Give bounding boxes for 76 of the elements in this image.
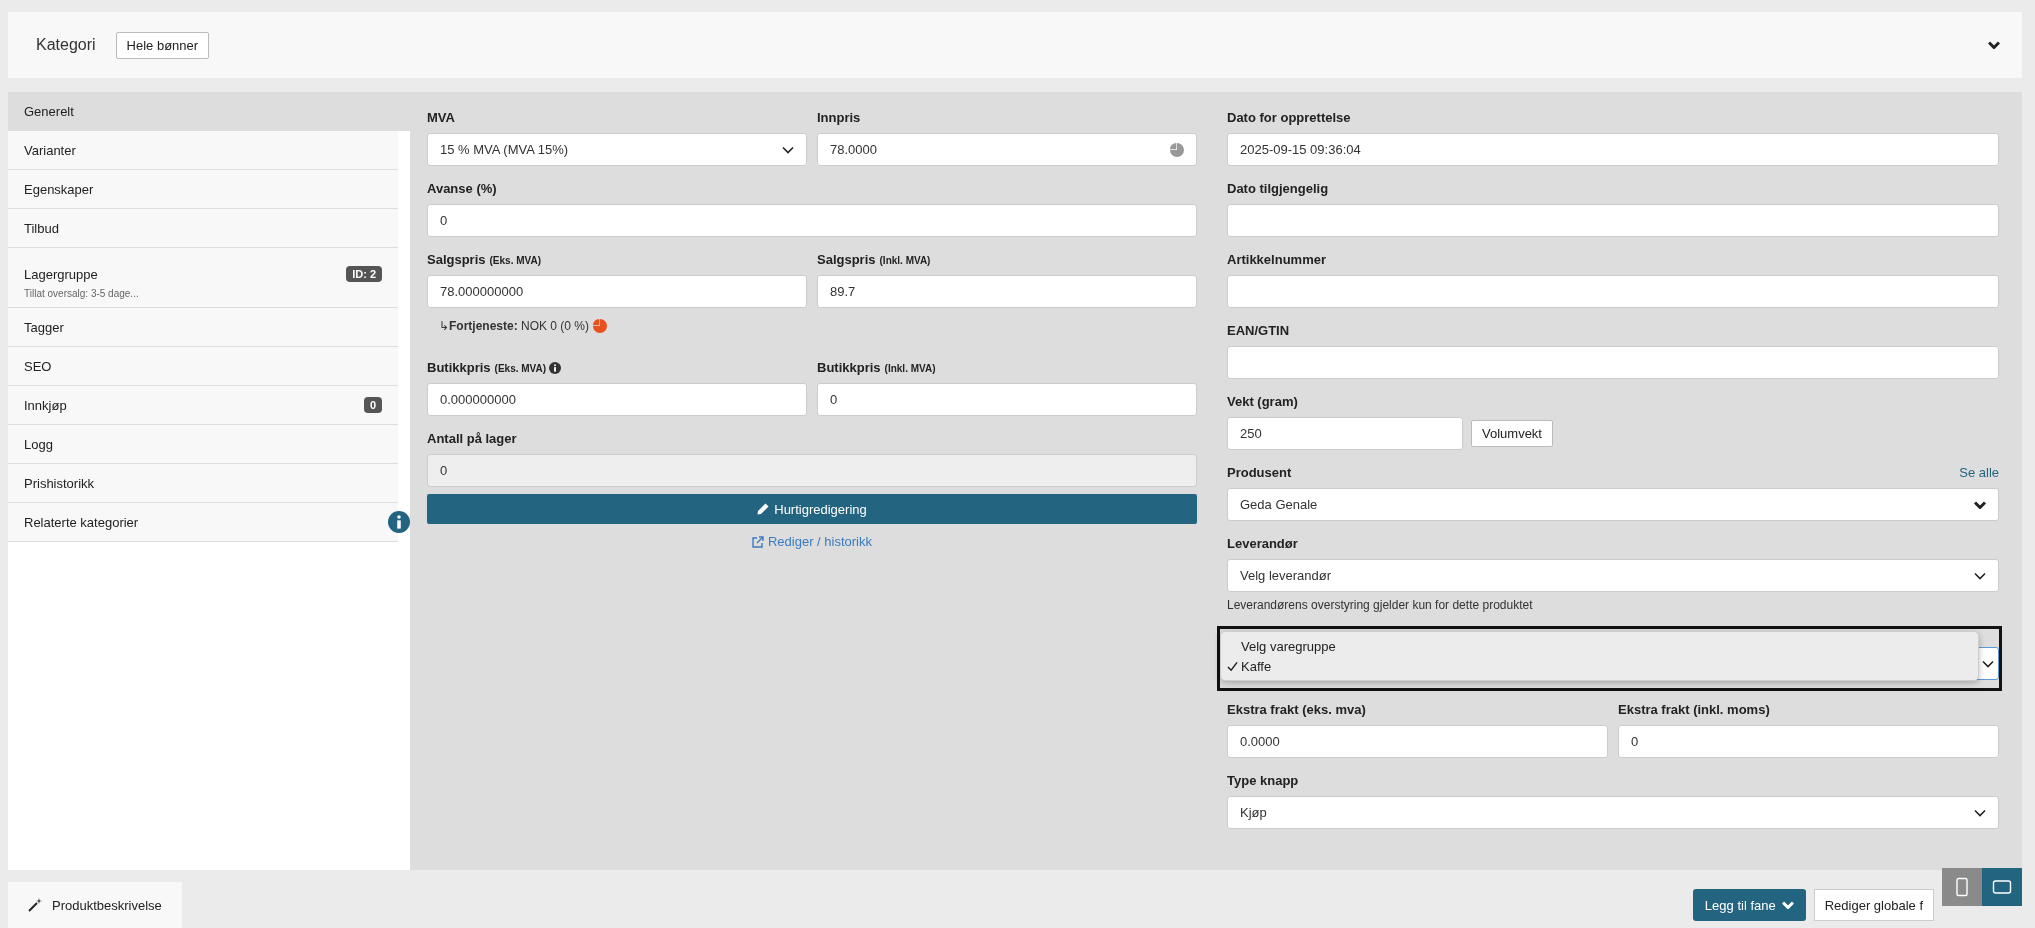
field-label: Vekt (gram) bbox=[1227, 393, 1298, 411]
magic-wand-icon bbox=[28, 898, 42, 912]
chevron-down-icon bbox=[1982, 659, 1994, 668]
category-title: Kategori bbox=[36, 36, 96, 54]
field-label: Dato for opprettelse bbox=[1227, 109, 1351, 127]
field-label: Leverandør bbox=[1227, 535, 1298, 553]
field-label: Type knapp bbox=[1227, 772, 1299, 790]
field-label: Antall på lager bbox=[427, 430, 517, 448]
select-field[interactable]: Velg leverandør bbox=[1227, 559, 1999, 592]
sidebar-item[interactable]: Tagger bbox=[8, 308, 398, 347]
input-field[interactable]: 2025-09-15 09:36:04 bbox=[1227, 133, 1999, 166]
input-field[interactable]: 0.0000 bbox=[1227, 725, 1608, 758]
input-field[interactable]: 0 bbox=[427, 204, 1197, 237]
add-tab-button[interactable]: Legg til fane bbox=[1692, 889, 1806, 921]
sidebar-item[interactable]: Prishistorikk bbox=[8, 464, 398, 503]
input-field[interactable]: 89.7 bbox=[817, 275, 1197, 308]
field-label: Salgspris (Eks. MVA) bbox=[427, 250, 542, 269]
sidebar-item[interactable]: Logg bbox=[8, 425, 398, 464]
external-link-icon bbox=[751, 535, 764, 548]
profit-text: ↳Fortjeneste: NOK 0 (0 %) bbox=[439, 319, 590, 333]
count-badge: ID: 2 bbox=[346, 266, 382, 282]
field-label: EAN/GTIN bbox=[1227, 322, 1290, 340]
input-field[interactable] bbox=[1227, 346, 1999, 379]
content-tab[interactable]: Produktbeskrivelse bbox=[8, 882, 182, 928]
chevron-down-icon bbox=[1974, 500, 1986, 509]
pie-chart-icon bbox=[593, 319, 608, 333]
field-label: Produsent bbox=[1227, 464, 1292, 482]
category-button[interactable]: Hele bønner bbox=[115, 31, 210, 59]
sidebar-item[interactable]: Generelt bbox=[8, 92, 410, 131]
tablet-view-button[interactable] bbox=[1982, 868, 2022, 906]
pencil-icon bbox=[757, 503, 770, 515]
count-badge: 0 bbox=[363, 397, 382, 413]
see-all-link[interactable]: Se alle bbox=[1959, 464, 1999, 482]
select-field[interactable]: Geda Genale bbox=[1227, 488, 1999, 521]
dropdown-option[interactable]: Kaffe bbox=[1221, 656, 1978, 676]
volume-weight-button[interactable]: Volumvekt bbox=[1471, 420, 1553, 447]
select-field[interactable]: 15 % MVA (MVA 15%) bbox=[427, 133, 807, 166]
input-field[interactable]: 78.0000 bbox=[817, 133, 1197, 166]
input-field[interactable] bbox=[1227, 275, 1999, 308]
field-label: Ekstra frakt (inkl. moms) bbox=[1618, 701, 1770, 719]
field-label: Innpris bbox=[817, 109, 861, 127]
field-label: MVA bbox=[427, 109, 455, 127]
sidebar-item[interactable]: Innkjøp 0 bbox=[8, 386, 398, 425]
select-field[interactable]: Kjøp bbox=[1227, 796, 1999, 829]
item-note: Tillat oversalg: 3-5 dage... bbox=[24, 288, 140, 299]
sidebar-item[interactable]: Varianter bbox=[8, 131, 398, 170]
field-label: Butikkpris (Eks. MVA) bbox=[427, 358, 547, 377]
pie-chart-icon bbox=[1170, 142, 1184, 157]
chevron-down-icon bbox=[1974, 571, 1986, 580]
field-label: Salgspris (Inkl. MVA) bbox=[817, 250, 931, 269]
edit-global-button[interactable]: Rediger globale f bbox=[1813, 889, 1934, 921]
quick-edit-button[interactable]: Hurtigredigering bbox=[427, 494, 1197, 524]
help-text: Leverandørens overstyring gjelder kun for dette produktet bbox=[1227, 598, 1534, 612]
field-label: Ekstra frakt (eks. mva) bbox=[1227, 701, 1366, 719]
sidebar-item[interactable]: Lagergruppe ID: 2 Tillat oversalg: 3-5 dage... bbox=[8, 248, 398, 308]
sidebar-item[interactable]: SEO bbox=[8, 347, 398, 386]
field-label: Butikkpris (Inkl. MVA) bbox=[817, 358, 936, 377]
sidebar-item[interactable]: Relaterte kategorier bbox=[8, 503, 398, 542]
phone-view-button[interactable] bbox=[1942, 868, 1982, 906]
sidebar-item[interactable]: Egenskaper bbox=[8, 170, 398, 209]
chevron-down-icon bbox=[1988, 41, 2000, 49]
input-field[interactable]: 250 bbox=[1227, 417, 1463, 450]
chevron-down-icon bbox=[782, 145, 794, 154]
dropdown-option[interactable]: Velg varegruppe bbox=[1221, 636, 1978, 656]
field-label: Avanse (%) bbox=[427, 180, 497, 198]
input-field[interactable]: 0 bbox=[817, 383, 1197, 416]
field-label: Artikkelnummer bbox=[1227, 251, 1326, 269]
sidebar-item[interactable]: Tilbud bbox=[8, 209, 398, 248]
input-field[interactable]: 0 bbox=[1618, 725, 1999, 758]
input-field[interactable]: 0.000000000 bbox=[427, 383, 807, 416]
chevron-down-icon bbox=[1781, 901, 1794, 909]
input-field[interactable] bbox=[1227, 204, 1999, 237]
field-label: Dato tilgjengelig bbox=[1227, 180, 1329, 198]
chevron-down-icon bbox=[1974, 808, 1986, 817]
input-field[interactable]: 78.000000000 bbox=[427, 275, 807, 308]
tablet-icon bbox=[1992, 877, 2012, 897]
